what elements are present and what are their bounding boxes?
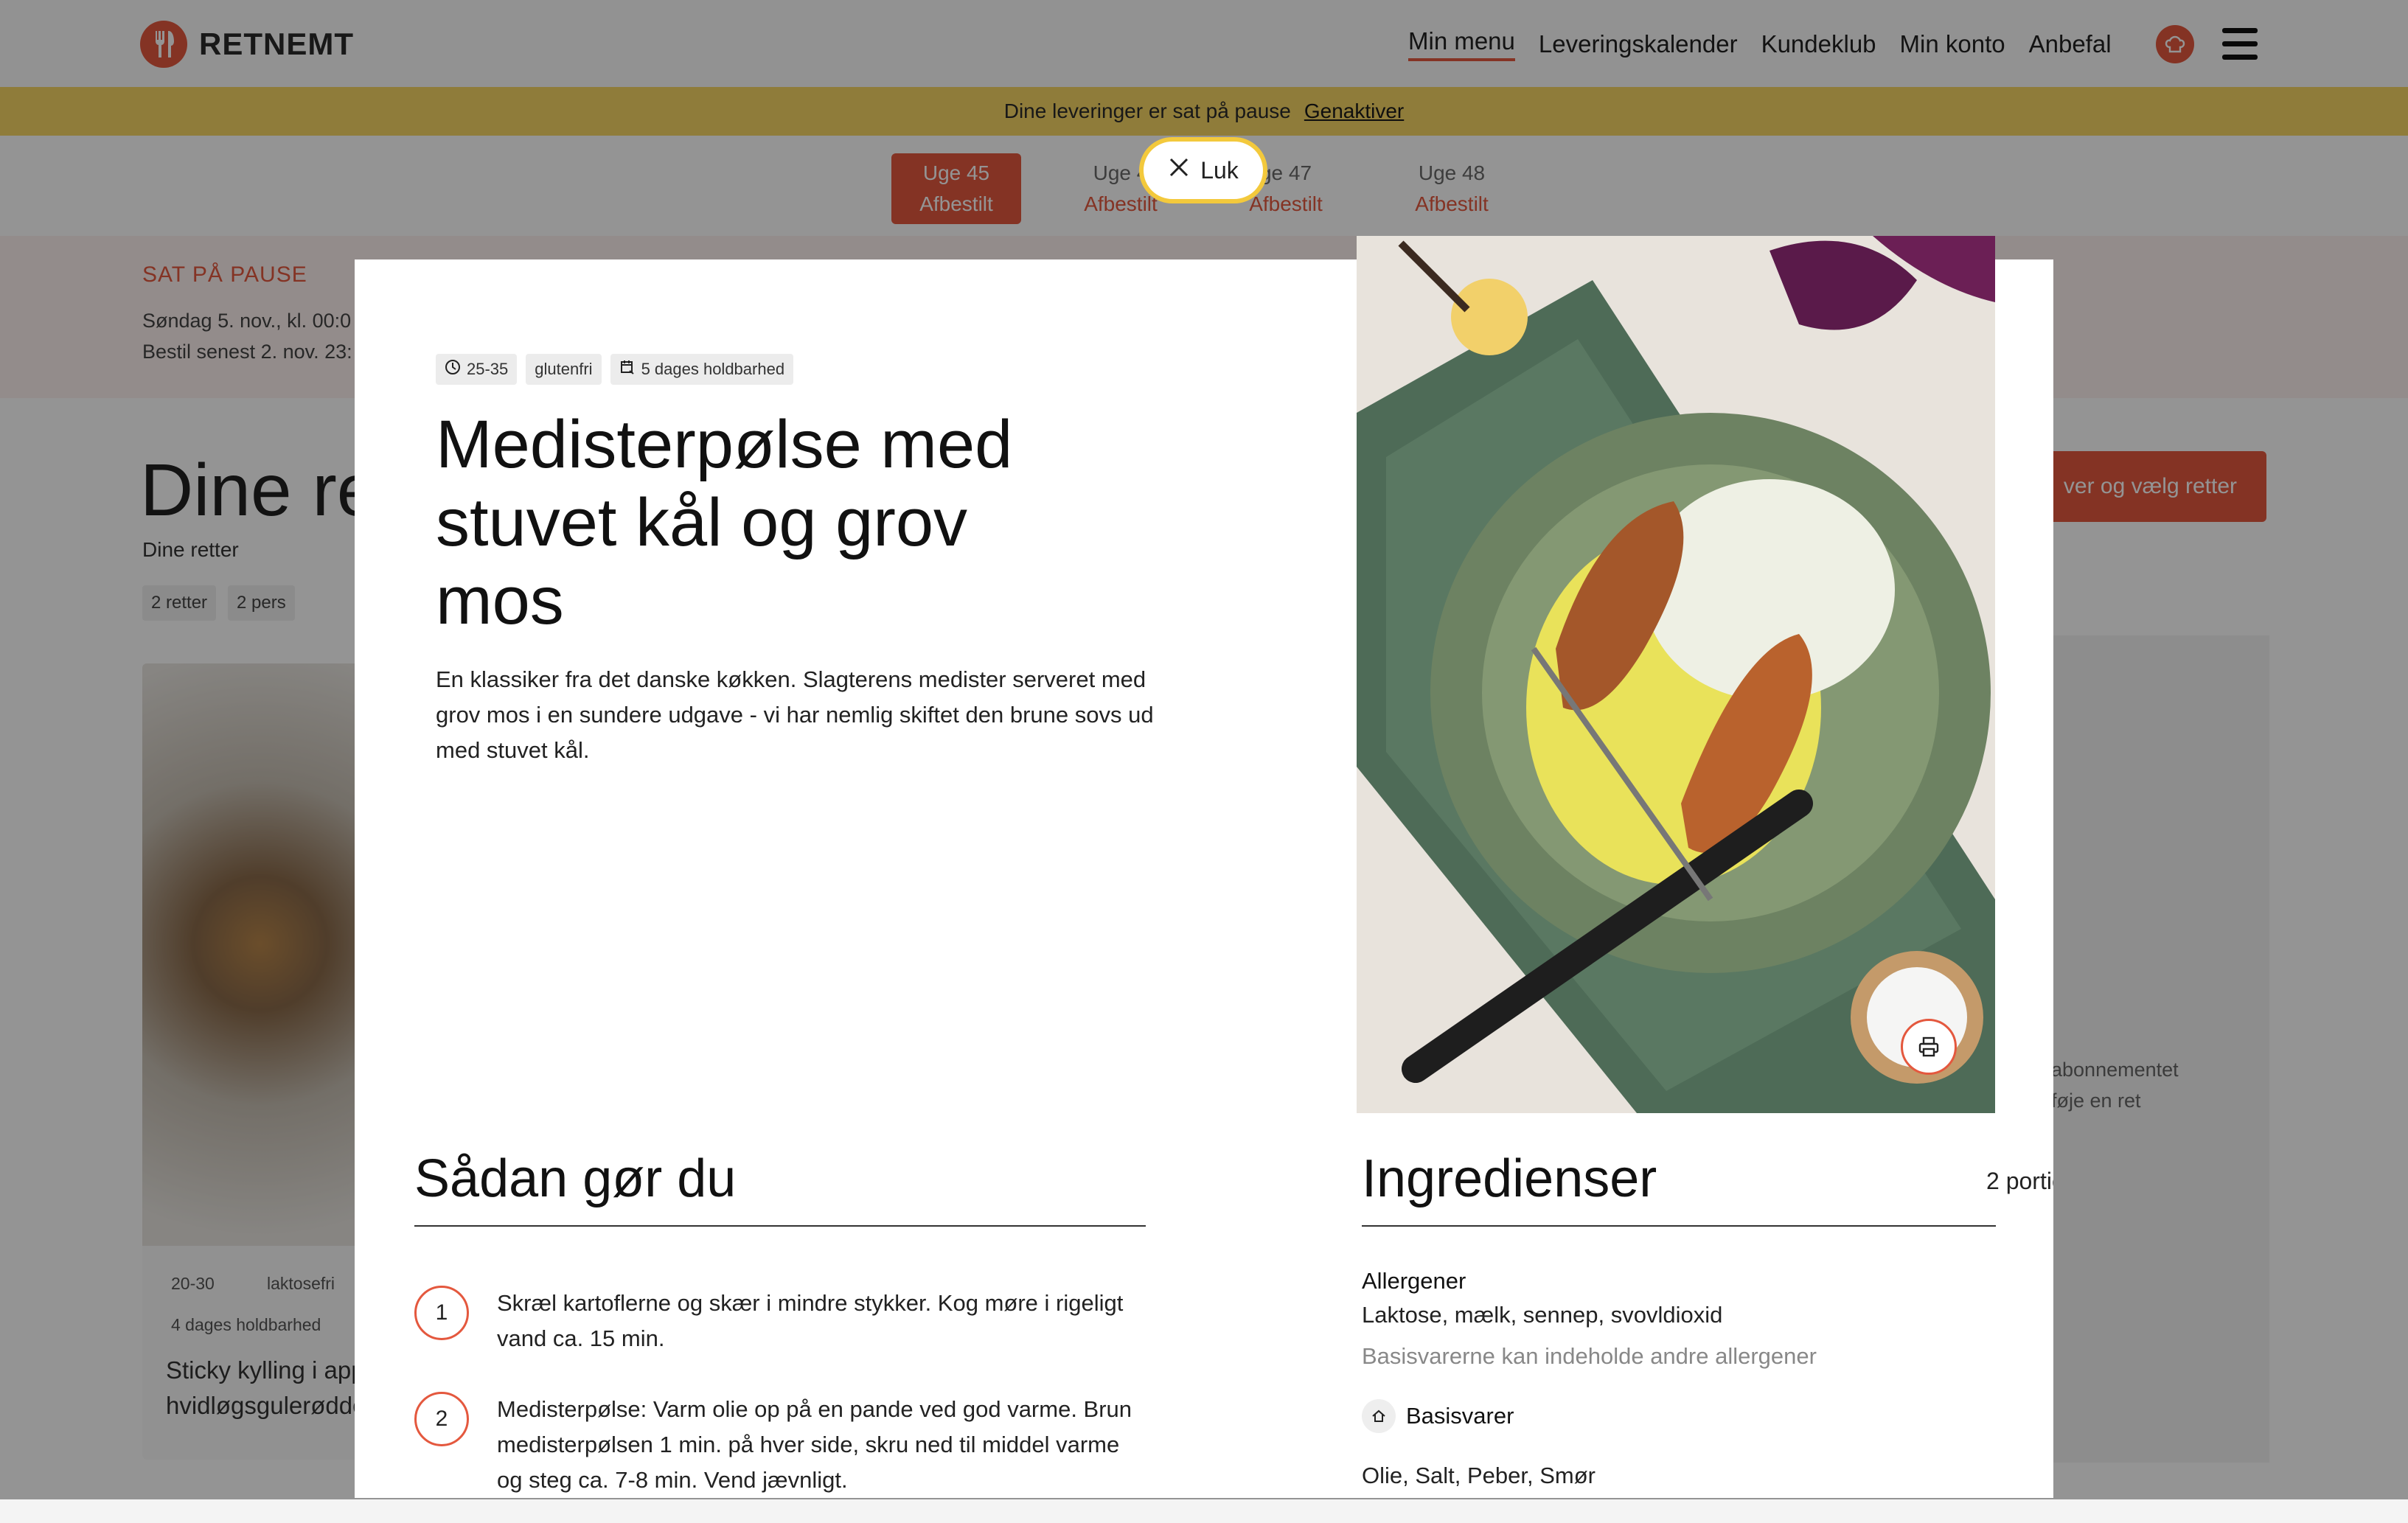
recipe-photo-illustration: [1357, 236, 1995, 1113]
page: RETNEMT Min menu Leveringskalender Kunde…: [0, 0, 2408, 1523]
portions-label: 2 portioner: [1986, 1168, 2053, 1194]
clock-icon: [445, 359, 461, 380]
step-number: 1: [414, 1286, 469, 1340]
print-icon[interactable]: [1901, 1019, 1957, 1075]
time-tag-label: 25-35: [467, 360, 509, 378]
shelf-life-tag-label: 5 dages holdbarhed: [641, 360, 785, 378]
basis-items: Olie, Salt, Peber, Smør: [1362, 1463, 1596, 1488]
step-bold-label: Medisterpølse:: [497, 1396, 647, 1422]
ingredients-heading: Ingredienser: [1362, 1149, 1657, 1208]
close-label: Luk: [1200, 156, 1239, 184]
shelf-life-tag: 5 dages holdbarhed: [610, 354, 794, 385]
calendar-icon: [619, 359, 636, 380]
recipe-title: Medisterpølse med stuvet kål og grov mos: [436, 407, 1013, 638]
step-text: Medisterpølse: Varm olie op på en pande …: [497, 1392, 1138, 1498]
home-icon: [1362, 1399, 1396, 1433]
ingredients-divider: [1362, 1225, 1996, 1227]
step-number: 2: [414, 1392, 469, 1446]
basis-section: Basisvarer: [1362, 1399, 1514, 1433]
recipe-description: En klassiker fra det danske køkken. Slag…: [436, 666, 1154, 763]
step-text: Skræl kartoflerne og skær i mindre stykk…: [497, 1286, 1138, 1356]
step-text-body: Skræl kartoflerne og skær i mindre stykk…: [497, 1290, 1124, 1351]
time-tag: 25-35: [436, 354, 518, 385]
allergens-note: Basisvarerne kan indeholde andre allerge…: [1362, 1343, 1817, 1369]
steps-heading: Sådan gør du: [414, 1149, 737, 1208]
basis-heading: Basisvarer: [1406, 1403, 1514, 1429]
allergens-heading: Allergener: [1362, 1268, 1466, 1294]
close-button[interactable]: Luk: [1139, 137, 1267, 203]
allergens-list: Laktose, mælk, sennep, svovldioxid: [1362, 1302, 1723, 1328]
glutenfree-tag: glutenfri: [526, 354, 602, 385]
close-icon: [1168, 156, 1190, 184]
steps-divider: [414, 1225, 1146, 1227]
recipe-tags: 25-35 glutenfri 5 dages holdbarhed: [436, 354, 794, 385]
horizontal-scrollbar[interactable]: [0, 1499, 2408, 1523]
glutenfree-tag-label: glutenfri: [535, 360, 593, 378]
recipe-image: [1357, 236, 1995, 1113]
